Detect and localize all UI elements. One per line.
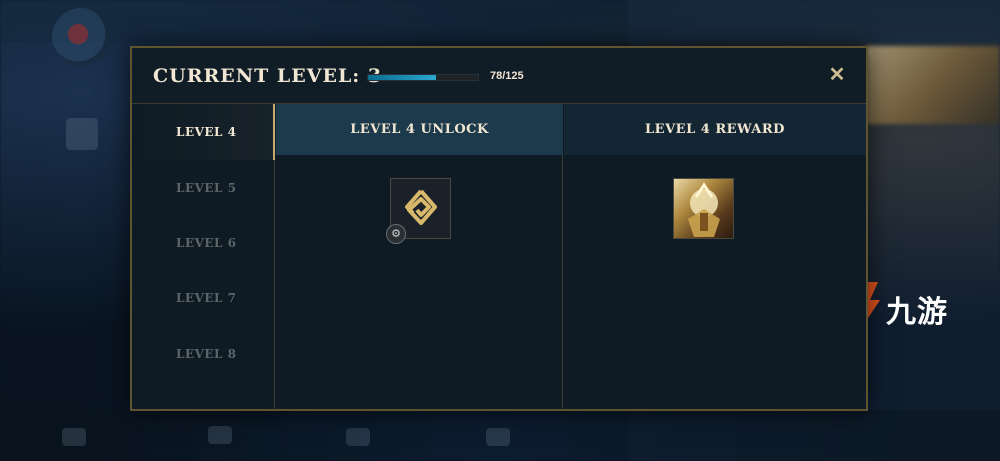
champion-portrait-icon: [688, 182, 720, 237]
background-nav-icon: [62, 428, 86, 446]
level-item-label: LEVEL 4: [176, 125, 237, 139]
level-item-8[interactable]: LEVEL 8: [132, 326, 275, 382]
level-item-label: LEVEL 8: [176, 347, 237, 361]
level-item-7[interactable]: LEVEL 7: [132, 270, 275, 326]
background-side-icon: [66, 118, 98, 150]
column-divider: [562, 155, 563, 409]
background-nav-icon: [346, 428, 370, 446]
level-item-label: LEVEL 6: [176, 236, 237, 250]
reward-item[interactable]: [673, 178, 734, 239]
level-list: LEVEL 4 LEVEL 5 LEVEL 6 LEVEL 7 LEVEL 8: [132, 104, 275, 409]
close-icon: ✕: [828, 64, 846, 86]
page-title: CURRENT LEVEL: 3: [153, 65, 383, 87]
xp-progress-bar: [367, 74, 479, 81]
background-avatar: [52, 8, 110, 66]
background-banner: [866, 46, 1000, 124]
modal-header: CURRENT LEVEL: 3 78/125 ✕: [132, 48, 866, 104]
reward-column-header: LEVEL 4 REWARD: [564, 104, 866, 155]
background-nav-icon: [486, 428, 510, 446]
level-modal: CURRENT LEVEL: 3 78/125 ✕ LEVEL 4 LEVEL …: [130, 46, 868, 411]
level-item-4[interactable]: LEVEL 4: [132, 104, 275, 160]
level-item-6[interactable]: LEVEL 6: [132, 215, 275, 271]
unlock-badge-icon: ⚙: [386, 224, 406, 244]
level-item-5[interactable]: LEVEL 5: [132, 160, 275, 216]
watermark-text: 九游: [886, 295, 948, 330]
level-item-label: LEVEL 5: [176, 181, 237, 195]
unlock-header-label: LEVEL 4 UNLOCK: [350, 122, 489, 137]
unlock-column-header: LEVEL 4 UNLOCK: [276, 104, 563, 155]
reward-header-label: LEVEL 4 REWARD: [645, 122, 785, 137]
close-button[interactable]: ✕: [826, 64, 848, 86]
xp-progress-fill: [368, 75, 437, 80]
xp-progress-text: 78/125: [490, 70, 524, 82]
background-nav-icon: [208, 426, 232, 444]
level-item-label: LEVEL 7: [176, 291, 237, 305]
